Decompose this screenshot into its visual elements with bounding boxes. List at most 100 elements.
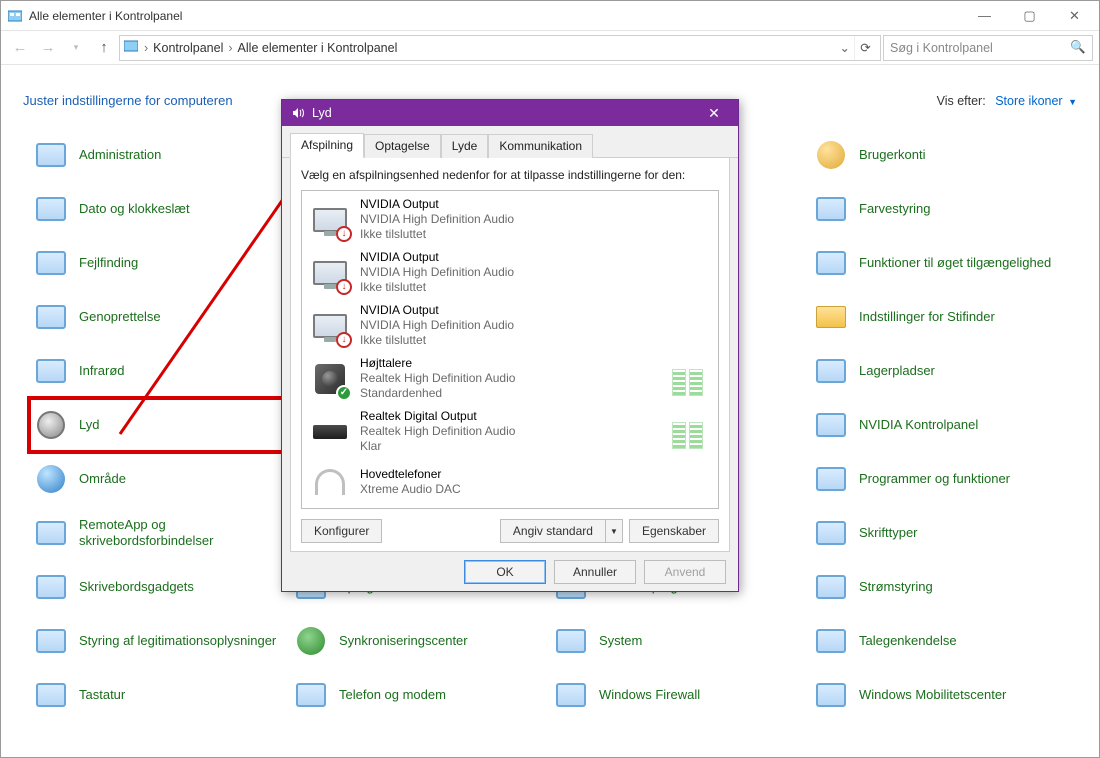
cancel-button[interactable]: Annuller (554, 560, 636, 584)
region-icon (33, 461, 69, 497)
recovery-icon (33, 299, 69, 335)
dialog-titlebar[interactable]: Lyd ✕ (282, 100, 738, 126)
search-input[interactable]: Søg i Kontrolpanel 🔍 (883, 35, 1093, 61)
device-item[interactable]: Realtek Digital OutputRealtek High Defin… (302, 405, 718, 458)
cp-item-folder[interactable]: Indstillinger for Stifinder (809, 290, 1069, 344)
phone-icon (293, 677, 329, 713)
tab-afspilning[interactable]: Afspilning (290, 133, 364, 158)
cp-item-label: Lyd (79, 417, 99, 433)
cp-item-programs[interactable]: Programmer og funktioner (809, 452, 1069, 506)
cp-item-label: RemoteApp og skrivebordsforbindelser (79, 517, 279, 548)
device-item[interactable]: HovedtelefonerXtreme Audio DAC (302, 458, 718, 506)
set-default-button[interactable]: Angiv standard ▼ (500, 519, 623, 543)
view-by-value: Store ikoner (995, 94, 1062, 108)
device-status: Ikke tilsluttet (360, 333, 514, 348)
ok-button[interactable]: OK (464, 560, 546, 584)
cp-item-phone[interactable]: Telefon og modem (289, 668, 549, 722)
device-item[interactable]: ✓HøjttalereRealtek High Definition Audio… (302, 352, 718, 405)
cp-item-color[interactable]: Farvestyring (809, 182, 1069, 236)
cp-item-label: Strømstyring (859, 579, 933, 595)
tab-lyde[interactable]: Lyde (441, 134, 489, 158)
nav-forward-button[interactable]: → (35, 35, 61, 61)
set-default-dropdown-icon[interactable]: ▼ (605, 519, 623, 543)
clock-icon (33, 191, 69, 227)
apply-button[interactable]: Anvend (644, 560, 726, 584)
cp-item-admin[interactable]: Administration (29, 128, 289, 182)
properties-button[interactable]: Egenskaber (629, 519, 719, 543)
cp-item-region[interactable]: Område (29, 452, 289, 506)
level-meter (672, 415, 710, 449)
breadcrumb-1[interactable]: Alle elementer i Kontrolpanel (235, 41, 401, 55)
cp-item-fonts[interactable]: Skrifttyper (809, 506, 1069, 560)
cp-item-storage[interactable]: Lagerpladser (809, 344, 1069, 398)
nav-back-button[interactable]: ← (7, 35, 33, 61)
monitor-icon: ↓ (310, 306, 350, 346)
cp-item-access[interactable]: Funktioner til øget tilgængelighed (809, 236, 1069, 290)
nav-history-button[interactable]: ▾ (63, 35, 89, 61)
monitor-icon: ↓ (310, 253, 350, 293)
nav-up-button[interactable]: ↑ (91, 35, 117, 61)
cp-item-kb[interactable]: Tastatur (29, 668, 289, 722)
storage-icon (813, 353, 849, 389)
address-box[interactable]: › Kontrolpanel › Alle elementer i Kontro… (119, 35, 881, 61)
cp-item-recovery[interactable]: Genoprettelse (29, 290, 289, 344)
cp-item-label: Windows Firewall (599, 687, 700, 703)
device-item[interactable]: ↓NVIDIA OutputNVIDIA High Definition Aud… (302, 193, 718, 246)
cp-item-remote[interactable]: RemoteApp og skrivebordsforbindelser (29, 506, 289, 560)
cp-item-label: Administration (79, 147, 161, 163)
cp-item-nvidia[interactable]: NVIDIA Kontrolpanel (809, 398, 1069, 452)
pane-instruction: Vælg en afspilningsenhed nedenfor for at… (301, 168, 719, 182)
device-driver: Realtek High Definition Audio (360, 371, 515, 386)
cp-item-sync[interactable]: Synkroniseringscenter (289, 614, 549, 668)
close-button[interactable]: ✕ (1052, 1, 1097, 30)
breadcrumb-sep: › (142, 41, 150, 55)
box-icon (310, 412, 350, 452)
view-by-dropdown[interactable]: Store ikoner ▼ (995, 94, 1077, 108)
dialog-close-button[interactable]: ✕ (694, 100, 734, 126)
cp-item-system[interactable]: System (549, 614, 809, 668)
kb-icon (33, 677, 69, 713)
tab-kommunikation[interactable]: Kommunikation (488, 134, 593, 158)
app-icon (7, 8, 23, 24)
maximize-button[interactable]: ▢ (1007, 1, 1052, 30)
device-list[interactable]: ↓ NVIDIA Output NVIDIA High Definition Aud… (301, 190, 719, 509)
playback-tab-pane: Vælg en afspilningsenhed nedenfor for at… (290, 158, 730, 552)
dialog-tabs: AfspilningOptagelseLydeKommunikation (282, 126, 738, 158)
cp-item-speech[interactable]: Talegenkendelse (809, 614, 1069, 668)
refresh-button[interactable]: ⟳ (854, 36, 876, 60)
cp-item-label: Skrivebordsgadgets (79, 579, 194, 595)
dialog-footer: OK Annuller Anvend (282, 552, 738, 591)
cp-item-mob[interactable]: Windows Mobilitetscenter (809, 668, 1069, 722)
cp-item-label: Farvestyring (859, 201, 931, 217)
address-dropdown-icon[interactable]: ⌄ (836, 40, 854, 55)
programs-icon (813, 461, 849, 497)
cp-item-speaker[interactable]: Lyd (29, 398, 289, 452)
cp-item-label: Infrarød (79, 363, 125, 379)
cp-item-users[interactable]: Brugerkonti (809, 128, 1069, 182)
fonts-icon (813, 515, 849, 551)
chevron-down-icon: ▼ (1068, 97, 1077, 107)
device-name: NVIDIA Output (360, 250, 514, 265)
cp-item-trouble[interactable]: Fejlfinding (29, 236, 289, 290)
cp-item-fw[interactable]: Windows Firewall (549, 668, 809, 722)
configure-button[interactable]: Konfigurer (301, 519, 382, 543)
tab-optagelse[interactable]: Optagelse (364, 134, 441, 158)
search-placeholder: Søg i Kontrolpanel (890, 41, 993, 55)
cp-item-gadgets[interactable]: Skrivebordsgadgets (29, 560, 289, 614)
minimize-button[interactable]: — (962, 1, 1007, 30)
window-controls: — ▢ ✕ (962, 1, 1097, 30)
breadcrumb-0[interactable]: Kontrolpanel (150, 41, 226, 55)
cp-item-power[interactable]: Strømstyring (809, 560, 1069, 614)
page-heading: Juster indstillingerne for computeren (23, 93, 233, 108)
device-driver: NVIDIA High Definition Audio (360, 318, 514, 333)
cp-item-label: Programmer og funktioner (859, 471, 1010, 487)
cp-item-ir[interactable]: Infrarød (29, 344, 289, 398)
cp-item-cred[interactable]: Styring af legitimationsoplysninger (29, 614, 289, 668)
speaker-icon (290, 105, 306, 121)
cp-item-label: NVIDIA Kontrolpanel (859, 417, 978, 433)
cp-item-clock[interactable]: Dato og klokkeslæt (29, 182, 289, 236)
device-status: Klar (360, 439, 515, 454)
device-item[interactable]: ↓NVIDIA OutputNVIDIA High Definition Aud… (302, 299, 718, 352)
device-driver: Realtek High Definition Audio (360, 424, 515, 439)
device-item[interactable]: ↓NVIDIA OutputNVIDIA High Definition Aud… (302, 246, 718, 299)
